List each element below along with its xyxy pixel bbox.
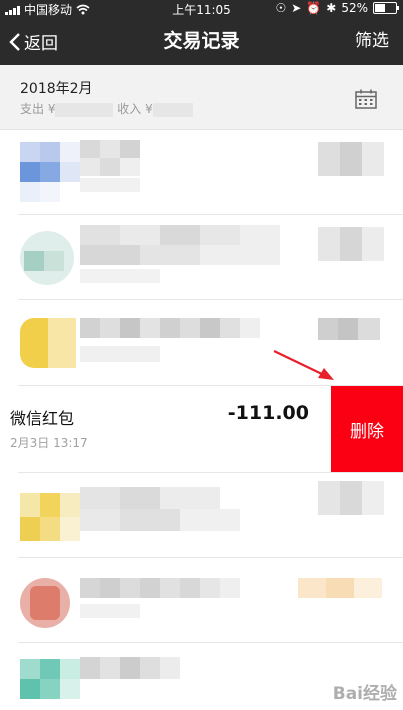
filter-button[interactable]: 筛选	[355, 18, 389, 65]
expense-value-blurred	[55, 102, 114, 117]
text-blurred	[80, 140, 160, 196]
transaction-name: 微信红包	[10, 409, 75, 428]
battery-percent: 52%	[341, 1, 368, 15]
transaction-row-blurred[interactable]	[0, 130, 403, 214]
month-title: 2018年2月	[20, 81, 93, 97]
transaction-row-blurred[interactable]	[0, 215, 403, 299]
month-header: 2018年2月 支出 ¥ 收入 ¥	[0, 65, 403, 130]
nav-bar: 返回 交易记录 筛选	[0, 18, 403, 65]
avatar-blurred	[20, 142, 80, 204]
watermark: Bai经验	[332, 684, 397, 704]
page-title: 交易记录	[163, 30, 240, 52]
avatar-blurred	[20, 493, 80, 541]
bluetooth-icon: ✱	[326, 1, 337, 15]
avatar-blurred	[20, 578, 70, 628]
income-label: 收入 ¥	[117, 102, 153, 116]
battery-icon	[373, 2, 399, 14]
chevron-left-icon	[9, 32, 20, 51]
avatar-blurred	[20, 231, 74, 285]
expense-label: 支出 ¥	[20, 102, 56, 116]
orientation-lock-icon: ☉	[275, 1, 287, 15]
amount-blurred	[318, 481, 384, 515]
text-blurred	[80, 657, 180, 679]
text-blurred	[80, 487, 280, 543]
transaction-date: 2月3日 13:17	[10, 436, 88, 450]
back-button[interactable]: 返回	[8, 18, 58, 65]
amount-blurred	[318, 142, 384, 176]
transaction-row-swiped[interactable]: 微信红包 2月3日 13:17 -111.00 删除	[0, 386, 403, 472]
month-summary: 支出 ¥ 收入 ¥	[20, 100, 193, 117]
calendar-icon[interactable]	[355, 89, 377, 109]
transaction-row-blurred[interactable]	[0, 300, 403, 385]
avatar-blurred	[20, 318, 76, 368]
amount-blurred	[318, 318, 380, 340]
location-icon: ➤	[291, 1, 302, 15]
annotation-arrow-icon	[273, 350, 334, 380]
text-blurred	[80, 318, 280, 368]
text-blurred	[80, 578, 240, 618]
avatar-blurred	[20, 659, 80, 710]
alarm-icon: ⏰	[306, 1, 322, 15]
text-blurred	[80, 225, 300, 285]
amount-blurred	[298, 578, 382, 598]
transaction-row-blurred[interactable]: Bai经验	[0, 643, 403, 710]
transaction-amount: -111.00	[227, 402, 309, 424]
back-label: 返回	[24, 34, 58, 54]
income-value-blurred	[152, 102, 193, 117]
transaction-row-blurred[interactable]	[0, 473, 403, 557]
transaction-row-blurred[interactable]	[0, 558, 403, 642]
status-bar: 中国移动 上午11:05 ☉ ➤ ⏰ ✱ 52%	[0, 0, 403, 18]
amount-blurred	[318, 227, 384, 261]
delete-button[interactable]: 删除	[331, 386, 403, 472]
